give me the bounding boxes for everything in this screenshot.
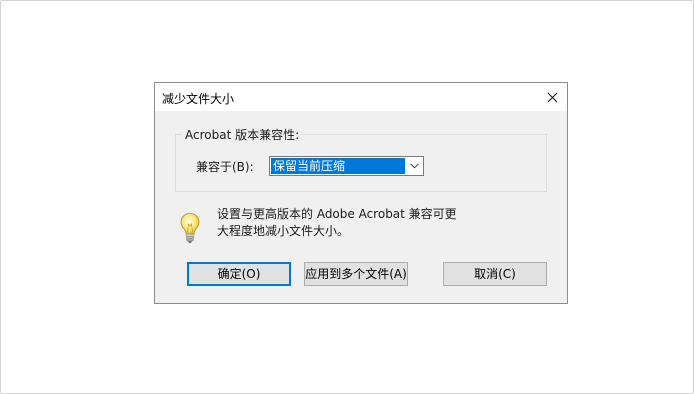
info-line: 大程度地减小文件大小。 xyxy=(217,224,350,238)
info-line: 设置与更高版本的 Adobe Acrobat 兼容可更 xyxy=(217,207,457,221)
reduce-file-size-dialog: 减少文件大小 Acrobat 版本兼容性: 兼容于(B): 保留当前压缩 设置与… xyxy=(154,82,568,304)
dialog-titlebar: 减少文件大小 xyxy=(155,83,567,111)
compatible-with-selected-value: 保留当前压缩 xyxy=(271,158,405,174)
close-icon xyxy=(547,92,557,102)
dialog-title: 减少文件大小 xyxy=(162,92,235,106)
info-message: 设置与更高版本的 Adobe Acrobat 兼容可更 大程度地减小文件大小。 xyxy=(217,206,477,240)
apply-to-multiple-files-button[interactable]: 应用到多个文件(A) xyxy=(304,262,408,286)
chevron-down-icon xyxy=(409,163,419,169)
screenshot-frame: 减少文件大小 Acrobat 版本兼容性: 兼容于(B): 保留当前压缩 设置与… xyxy=(0,0,694,394)
close-button[interactable] xyxy=(537,83,567,111)
combo-dropdown-button[interactable] xyxy=(406,158,422,174)
ok-button[interactable]: 确定(O) xyxy=(187,262,291,286)
compatibility-group: Acrobat 版本兼容性: 兼容于(B): 保留当前压缩 xyxy=(175,126,547,192)
compatible-with-select[interactable]: 保留当前压缩 xyxy=(269,156,424,176)
cancel-button[interactable]: 取消(C) xyxy=(443,262,547,286)
compatible-with-label: 兼容于(B): xyxy=(196,160,254,174)
compatibility-group-label: Acrobat 版本兼容性: xyxy=(182,126,303,143)
lightbulb-icon xyxy=(180,213,200,243)
